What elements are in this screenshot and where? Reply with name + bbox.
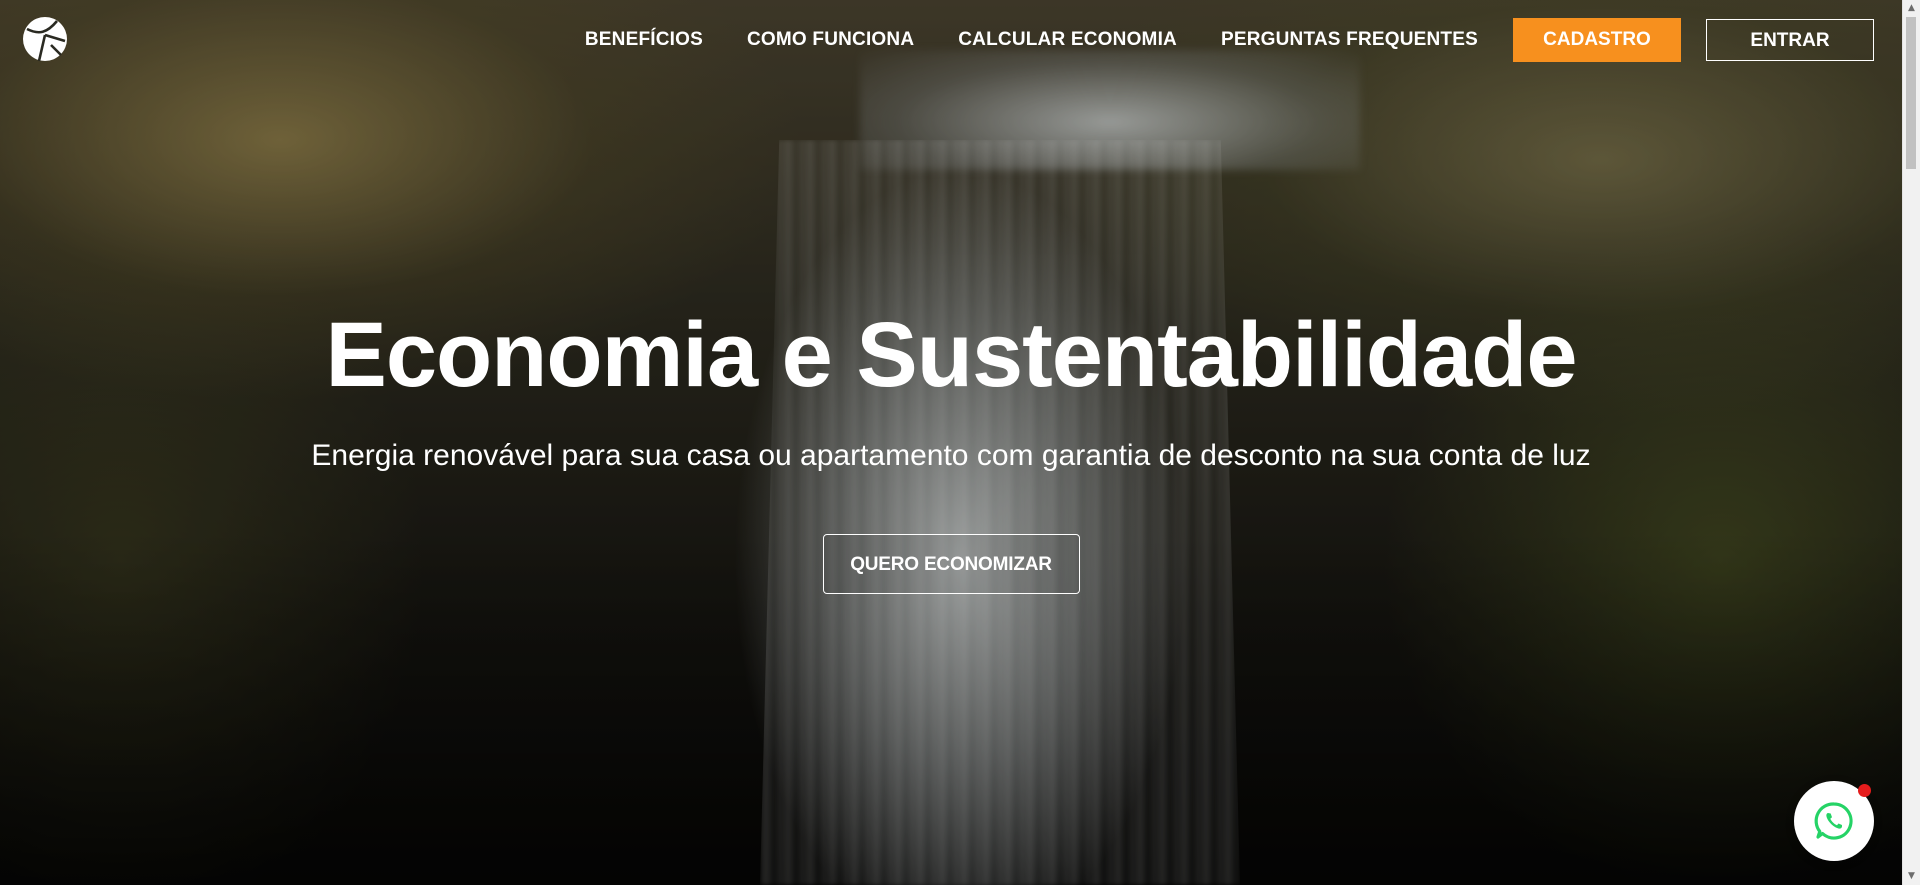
scroll-up-arrow-icon[interactable]: ▲ bbox=[1903, 0, 1920, 17]
page: BENEFÍCIOS COMO FUNCIONA CALCULAR ECONOM… bbox=[0, 0, 1920, 885]
scroll-thumb[interactable] bbox=[1906, 17, 1916, 169]
hero-content: Economia e Sustentabilidade Energia reno… bbox=[0, 300, 1902, 594]
hero-title: Economia e Sustentabilidade bbox=[325, 304, 1577, 406]
nav-link-calcular-economia[interactable]: CALCULAR ECONOMIA bbox=[958, 18, 1177, 62]
nav-link-como-funciona[interactable]: COMO FUNCIONA bbox=[747, 18, 914, 62]
page-scrollbar[interactable]: ▲ ▼ bbox=[1902, 0, 1920, 885]
cadastro-button[interactable]: CADASTRO bbox=[1513, 18, 1681, 62]
scroll-down-arrow-icon[interactable]: ▼ bbox=[1903, 868, 1920, 885]
main-nav: BENEFÍCIOS COMO FUNCIONA CALCULAR ECONOM… bbox=[585, 18, 1874, 62]
site-header: BENEFÍCIOS COMO FUNCIONA CALCULAR ECONOM… bbox=[0, 0, 1902, 84]
notification-dot bbox=[1858, 784, 1871, 797]
hero-subtitle: Energia renovável para sua casa ou apart… bbox=[311, 439, 1591, 472]
whatsapp-button[interactable] bbox=[1794, 781, 1874, 861]
quero-economizar-button[interactable]: QUERO ECONOMIZAR bbox=[822, 534, 1080, 594]
globe-leaf-logo bbox=[23, 17, 67, 62]
entrar-button[interactable]: ENTRAR bbox=[1706, 19, 1874, 61]
logo-icon[interactable] bbox=[21, 15, 69, 63]
nav-link-perguntas-frequentes[interactable]: PERGUNTAS FREQUENTES bbox=[1221, 18, 1478, 62]
nav-link-beneficios[interactable]: BENEFÍCIOS bbox=[585, 18, 703, 62]
whatsapp-icon bbox=[1814, 802, 1853, 840]
